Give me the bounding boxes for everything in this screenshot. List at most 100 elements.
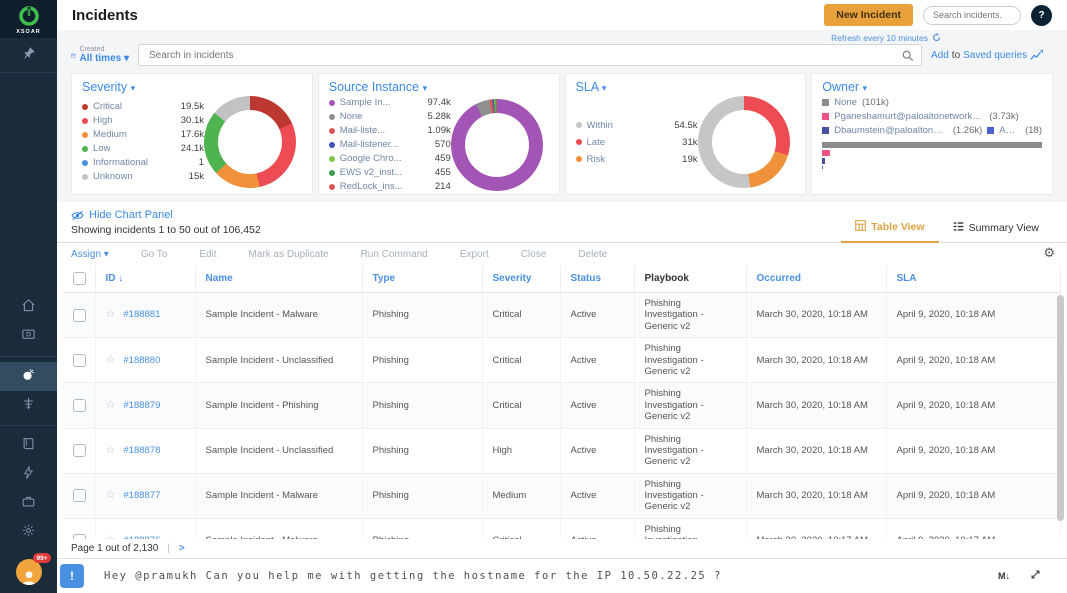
sidebar-item-dashboard[interactable]	[0, 322, 57, 351]
close-action-button[interactable]: Close	[521, 249, 547, 260]
run-command-action-button[interactable]: Run Command	[361, 249, 428, 260]
legend-label[interactable]: Medium	[93, 128, 127, 142]
legend-label[interactable]: Dbaumstein@paloaltonetworks.c...	[834, 125, 947, 136]
legend-label[interactable]: None	[340, 110, 363, 124]
markdown-icon[interactable]: M↓	[998, 571, 1010, 581]
pagination-next-button[interactable]: >	[179, 543, 185, 554]
chart-title-dropdown[interactable]: Source Instance ▾	[329, 80, 549, 94]
star-icon[interactable]: ☆	[106, 489, 116, 502]
legend-label[interactable]: Mail-liste...	[340, 124, 385, 138]
saved-queries-link[interactable]: Saved queries	[963, 50, 1027, 61]
help-button[interactable]: ?	[1031, 5, 1052, 26]
legend-label[interactable]: Google Chro...	[340, 152, 402, 166]
row-checkbox[interactable]	[73, 534, 86, 539]
incident-id-link[interactable]: #188879	[123, 400, 160, 411]
incident-severity: Critical	[482, 383, 560, 428]
legend-label[interactable]: Late	[587, 134, 606, 151]
row-checkbox[interactable]	[73, 354, 86, 367]
assign-action-button[interactable]: Assign ▾	[71, 249, 109, 260]
charts-panel: Severity ▾Critical19.5kHigh30.1kMedium17…	[71, 73, 1053, 195]
legend-item: Risk19k	[576, 151, 698, 168]
legend-label[interactable]: Mail-listener...	[340, 138, 399, 152]
incident-id-link[interactable]: #188880	[123, 355, 160, 366]
refresh-control[interactable]: Refresh every 10 minutes	[71, 31, 1053, 44]
legend-label[interactable]: Low	[93, 142, 110, 156]
column-header-sla[interactable]: SLA	[886, 265, 1061, 293]
tab-summary-view[interactable]: Summary View	[939, 216, 1053, 242]
sidebar-item-settings[interactable]	[0, 518, 57, 547]
chart-title-dropdown[interactable]: SLA ▾	[576, 80, 796, 94]
bar-none	[822, 142, 1042, 148]
column-header-playbook[interactable]: Playbook	[634, 265, 746, 293]
expand-chat-icon[interactable]	[1030, 567, 1041, 585]
chart-title-dropdown[interactable]: Owner ▾	[822, 80, 1042, 94]
legend-value: 15k	[189, 170, 204, 184]
column-header-id[interactable]: ID ↓	[95, 265, 195, 293]
legend-label[interactable]: Within	[587, 117, 613, 134]
row-checkbox[interactable]	[73, 309, 86, 322]
created-filter-dropdown[interactable]: Created All times ▾	[71, 46, 129, 64]
incident-occurred: March 30, 2020, 10:18 AM	[746, 383, 886, 428]
sidebar-item-incidents[interactable]	[0, 362, 57, 391]
filter-section: Refresh every 10 minutes Created	[57, 30, 1067, 202]
incidents-search-input[interactable]	[138, 44, 922, 66]
sidebar-item-playbooks[interactable]	[0, 431, 57, 460]
delete-action-button[interactable]: Delete	[578, 249, 607, 260]
sidebar-item-automation[interactable]	[0, 460, 57, 489]
column-header-occurred[interactable]: Occurred	[746, 265, 886, 293]
sidebar-item-home[interactable]	[0, 293, 57, 322]
row-checkbox[interactable]	[73, 444, 86, 457]
table-row: ☆#188879Sample Incident - PhishingPhishi…	[63, 383, 1061, 428]
trend-icon[interactable]	[1030, 50, 1043, 61]
incident-id-link[interactable]: #188877	[123, 490, 160, 501]
legend-label[interactable]: Admin	[999, 125, 1020, 136]
tab-table-view[interactable]: Table View	[841, 216, 938, 243]
incident-id-link[interactable]: #188881	[123, 309, 160, 320]
legend-label[interactable]: Informational	[93, 156, 148, 170]
mark-as-duplicate-action-button[interactable]: Mark as Duplicate	[249, 249, 329, 260]
new-incident-button[interactable]: New Incident	[824, 4, 913, 26]
incident-id-link[interactable]: #188876	[123, 535, 160, 539]
pin-button[interactable]	[0, 38, 57, 73]
user-avatar[interactable]: 99+	[16, 559, 42, 585]
legend-label[interactable]: High	[93, 114, 113, 128]
table-settings-gear-icon[interactable]: ⚙	[1043, 245, 1055, 261]
legend-label[interactable]: Critical	[93, 100, 122, 114]
edit-action-button[interactable]: Edit	[199, 249, 216, 260]
chart-legend: Sample In...97.4kNone5.28kMail-liste...1…	[329, 96, 451, 194]
xsoar-logo[interactable]: XSOAR	[0, 0, 57, 38]
column-header-name[interactable]: Name	[195, 265, 362, 293]
legend-label[interactable]: Pganeshamurt@paloaltonetworks.c...	[834, 111, 984, 122]
column-header-type[interactable]: Type	[362, 265, 482, 293]
sidebar-item-war-room[interactable]	[0, 391, 57, 420]
incident-id-link[interactable]: #188878	[123, 445, 160, 456]
export-action-button[interactable]: Export	[460, 249, 489, 260]
go-to-action-button[interactable]: Go To	[141, 249, 168, 260]
sidebar-item-jobs[interactable]	[0, 489, 57, 518]
row-checkbox[interactable]	[73, 399, 86, 412]
chat-alert-icon[interactable]: !	[60, 564, 84, 588]
search-icon[interactable]	[902, 49, 914, 67]
legend-label[interactable]: RedLock_ins...	[340, 180, 403, 194]
column-header-status[interactable]: Status	[560, 265, 634, 293]
star-icon[interactable]: ☆	[106, 444, 116, 457]
column-header-severity[interactable]: Severity	[482, 265, 560, 293]
star-icon[interactable]: ☆	[106, 308, 116, 321]
legend-label[interactable]: EWS v2_inst...	[340, 166, 402, 180]
select-all-checkbox[interactable]	[73, 272, 86, 285]
chat-message-input[interactable]: Hey @pramukh Can you help me with gettin…	[104, 570, 978, 582]
star-icon[interactable]: ☆	[106, 534, 116, 539]
hide-chart-panel-link[interactable]: Hide Chart Panel	[71, 209, 261, 221]
legend-label[interactable]: None	[834, 97, 857, 108]
add-query-link[interactable]: Add	[931, 50, 949, 61]
global-search-input[interactable]	[923, 6, 1021, 25]
chart-title-dropdown[interactable]: Severity ▾	[82, 80, 302, 94]
legend-label[interactable]: Risk	[587, 151, 605, 168]
legend-label[interactable]: Sample In...	[340, 96, 391, 110]
table-scrollbar[interactable]	[1057, 295, 1064, 521]
legend-label[interactable]: Unknown	[93, 170, 133, 184]
star-icon[interactable]: ☆	[106, 354, 116, 367]
star-icon[interactable]: ☆	[106, 399, 116, 412]
row-checkbox[interactable]	[73, 489, 86, 502]
table-row: ☆#188880Sample Incident - UnclassifiedPh…	[63, 338, 1061, 383]
